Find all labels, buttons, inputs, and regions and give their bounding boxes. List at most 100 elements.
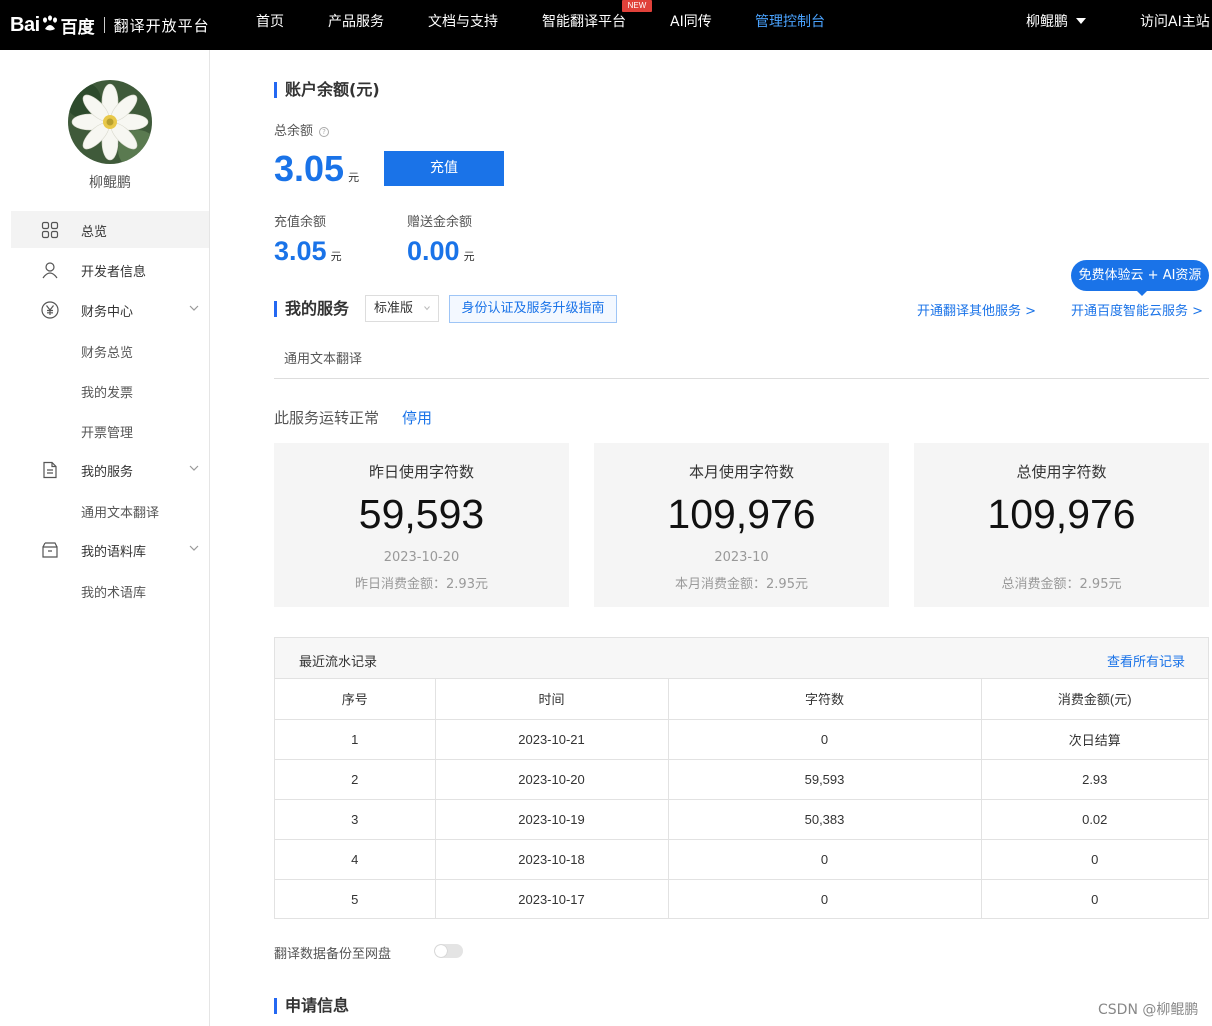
balance-section-title: 账户余额(元) — [274, 82, 380, 98]
total-balance-label-text: 总余额 — [274, 124, 314, 139]
apply-section-title: 申请信息 — [274, 998, 349, 1014]
cell-chars: 59,593 — [668, 759, 982, 800]
cell-date: 2023-10-17 — [435, 879, 669, 919]
table-row: 3 2023-10-19 50,383 0.02 — [275, 799, 1208, 840]
cell-cost: 2.93 — [981, 759, 1208, 800]
sidebar-item-finance[interactable]: 财务中心 — [11, 291, 209, 328]
sidebar-item-label: 总览 — [81, 225, 108, 240]
edition-value: 标准版 — [374, 301, 414, 316]
total-balance-number: 3.05 — [274, 148, 345, 189]
records-table: 序号 时间 字符数 消费金额(元) 1 2023-10-21 0 次日结算 2 … — [275, 679, 1208, 919]
nav-docs[interactable]: 文档与支持 — [428, 0, 498, 50]
user-menu[interactable]: 柳鲲鹏 — [1026, 0, 1086, 50]
records-table-panel: 最近流水记录 查看所有记录 序号 时间 字符数 消费金额(元) 1 2023-1… — [274, 637, 1209, 919]
chevron-down-icon[interactable] — [189, 303, 199, 313]
cell-date: 2023-10-20 — [435, 759, 669, 800]
column-header: 序号 — [275, 679, 436, 720]
sidebar-item-overview[interactable]: 总览 — [11, 211, 209, 248]
sidebar-username: 柳鲲鹏 — [89, 175, 131, 191]
chevron-down-icon — [424, 306, 430, 311]
sidebar-subitem-text-translation[interactable]: 通用文本翻译 — [81, 502, 159, 521]
caret-down-icon — [1076, 18, 1086, 24]
sidebar-subitem-finance-overview[interactable]: 财务总览 — [81, 342, 133, 361]
yen-icon — [41, 301, 59, 319]
edition-select[interactable]: 标准版 — [365, 295, 439, 322]
recharge-balance-value: 3.05 元 — [274, 236, 342, 267]
cell-cost: 0 — [1091, 891, 1099, 907]
logo-cn-text: 百度 — [60, 17, 95, 38]
backup-label: 翻译数据备份至网盘 — [274, 947, 392, 962]
promo-bubble[interactable]: 免费体验云 + AI资源 — [1071, 260, 1209, 296]
column-header: 消费金额(元) — [981, 679, 1208, 720]
sidebar-subitem-invoices[interactable]: 我的发票 — [81, 382, 133, 401]
cell-index: 1 — [275, 719, 436, 760]
watermark: CSDN @柳鲲鹏 — [1098, 1002, 1199, 1018]
table-row: 2 2023-10-20 59,593 2.93 — [275, 759, 1208, 800]
recharge-button[interactable]: 充值 — [384, 151, 504, 186]
sidebar-subitem-terminology[interactable]: 我的术语库 — [81, 582, 146, 601]
help-icon[interactable]: ? — [319, 127, 330, 137]
baidu-logo[interactable]: Bai 百度 翻译开放平台 — [10, 12, 210, 38]
card-cost: 本月消费金额：2.95元 — [675, 577, 808, 592]
logo-text: Bai — [10, 13, 40, 36]
cell-chars: 50,383 — [668, 799, 982, 840]
sidebar-item-label: 我的服务 — [81, 465, 134, 480]
services-section-title: 我的服务 — [274, 301, 349, 317]
paw-icon — [42, 15, 57, 31]
sidebar-subitem-invoicing[interactable]: 开票管理 — [81, 422, 133, 441]
usage-card-month: 本月使用字符数 109,976 2023-10 本月消费金额：2.95元 — [594, 443, 889, 607]
cell-chars: 0 — [668, 879, 982, 919]
card-date: 2023-10-20 — [383, 550, 460, 565]
table-row: 5 2023-10-17 0 0 — [275, 879, 1208, 919]
column-header: 时间 — [435, 679, 669, 720]
lotus-flower-image — [68, 80, 152, 164]
card-date: 2023-10 — [714, 550, 769, 565]
user-icon — [42, 262, 58, 279]
cell-date: 2023-10-18 — [435, 839, 669, 880]
tab-divider — [274, 378, 1209, 379]
nav-home[interactable]: 首页 — [256, 0, 284, 50]
logo-divider — [103, 17, 105, 33]
cell-index: 2 — [275, 759, 436, 800]
nav-console[interactable]: 管理控制台 — [755, 0, 825, 50]
usage-card-total: 总使用字符数 109,976 总消费金额：2.95元 — [914, 443, 1209, 607]
upgrade-guide-button[interactable]: 身份认证及服务升级指南 — [449, 295, 617, 323]
card-cost: 昨日消费金额：2.93元 — [355, 577, 488, 592]
open-cloud-services-link[interactable]: 开通百度智能云服务 > — [1071, 300, 1203, 319]
chevron-down-icon[interactable] — [189, 463, 199, 473]
nav-ai-interpretation[interactable]: AI同传 — [670, 0, 712, 50]
nav-products[interactable]: 产品服务 — [328, 0, 384, 50]
sidebar-item-label: 我的语料库 — [81, 545, 147, 560]
avatar[interactable] — [68, 80, 152, 164]
cell-chars: 0 — [668, 839, 982, 880]
chevron-down-icon[interactable] — [189, 543, 199, 553]
sidebar-item-my-services[interactable]: 我的服务 — [11, 451, 209, 488]
cell-index: 3 — [275, 799, 436, 840]
cell-cost: 次日结算 — [981, 719, 1208, 760]
user-name: 柳鲲鹏 — [1026, 14, 1068, 30]
backup-toggle[interactable] — [434, 944, 463, 958]
sidebar: 柳鲲鹏 总览 开发者信息 财务中心 财务总览 我的发票 开票管理 我的服务 通用… — [0, 50, 210, 1026]
platform-title: 翻译开放平台 — [113, 16, 210, 35]
nav-visit-ai[interactable]: 访问AI主站 — [1140, 0, 1210, 50]
new-badge: NEW — [622, 0, 652, 12]
card-value: 109,976 — [667, 491, 816, 537]
card-title: 本月使用字符数 — [688, 463, 794, 481]
sidebar-item-developer-info[interactable]: 开发者信息 — [11, 251, 209, 288]
records-title: 最近流水记录 — [299, 655, 378, 670]
cell-cost: 0.02 — [981, 799, 1208, 840]
table-header-row: 序号 时间 字符数 消费金额(元) — [275, 679, 1208, 720]
open-other-services-link[interactable]: 开通翻译其他服务 > — [917, 300, 1036, 319]
recharge-balance-label: 充值余额 — [274, 215, 327, 230]
tab-text-translation[interactable]: 通用文本翻译 — [284, 348, 362, 367]
stop-service-link[interactable]: 停用 — [402, 407, 432, 428]
cell-index: 5 — [275, 879, 436, 919]
top-nav: Bai 百度 翻译开放平台 首页 产品服务 文档与支持 智能翻译平台 NEW A… — [0, 0, 1212, 50]
card-title: 昨日使用字符数 — [368, 463, 474, 481]
cell-chars: 0 — [668, 719, 982, 760]
nav-smart-translate[interactable]: 智能翻译平台 — [542, 0, 626, 50]
view-all-records-link[interactable]: 查看所有记录 — [1107, 651, 1185, 670]
sidebar-item-label: 财务中心 — [81, 305, 134, 320]
card-value: 109,976 — [987, 491, 1136, 537]
sidebar-item-corpus[interactable]: 我的语料库 — [11, 531, 209, 568]
